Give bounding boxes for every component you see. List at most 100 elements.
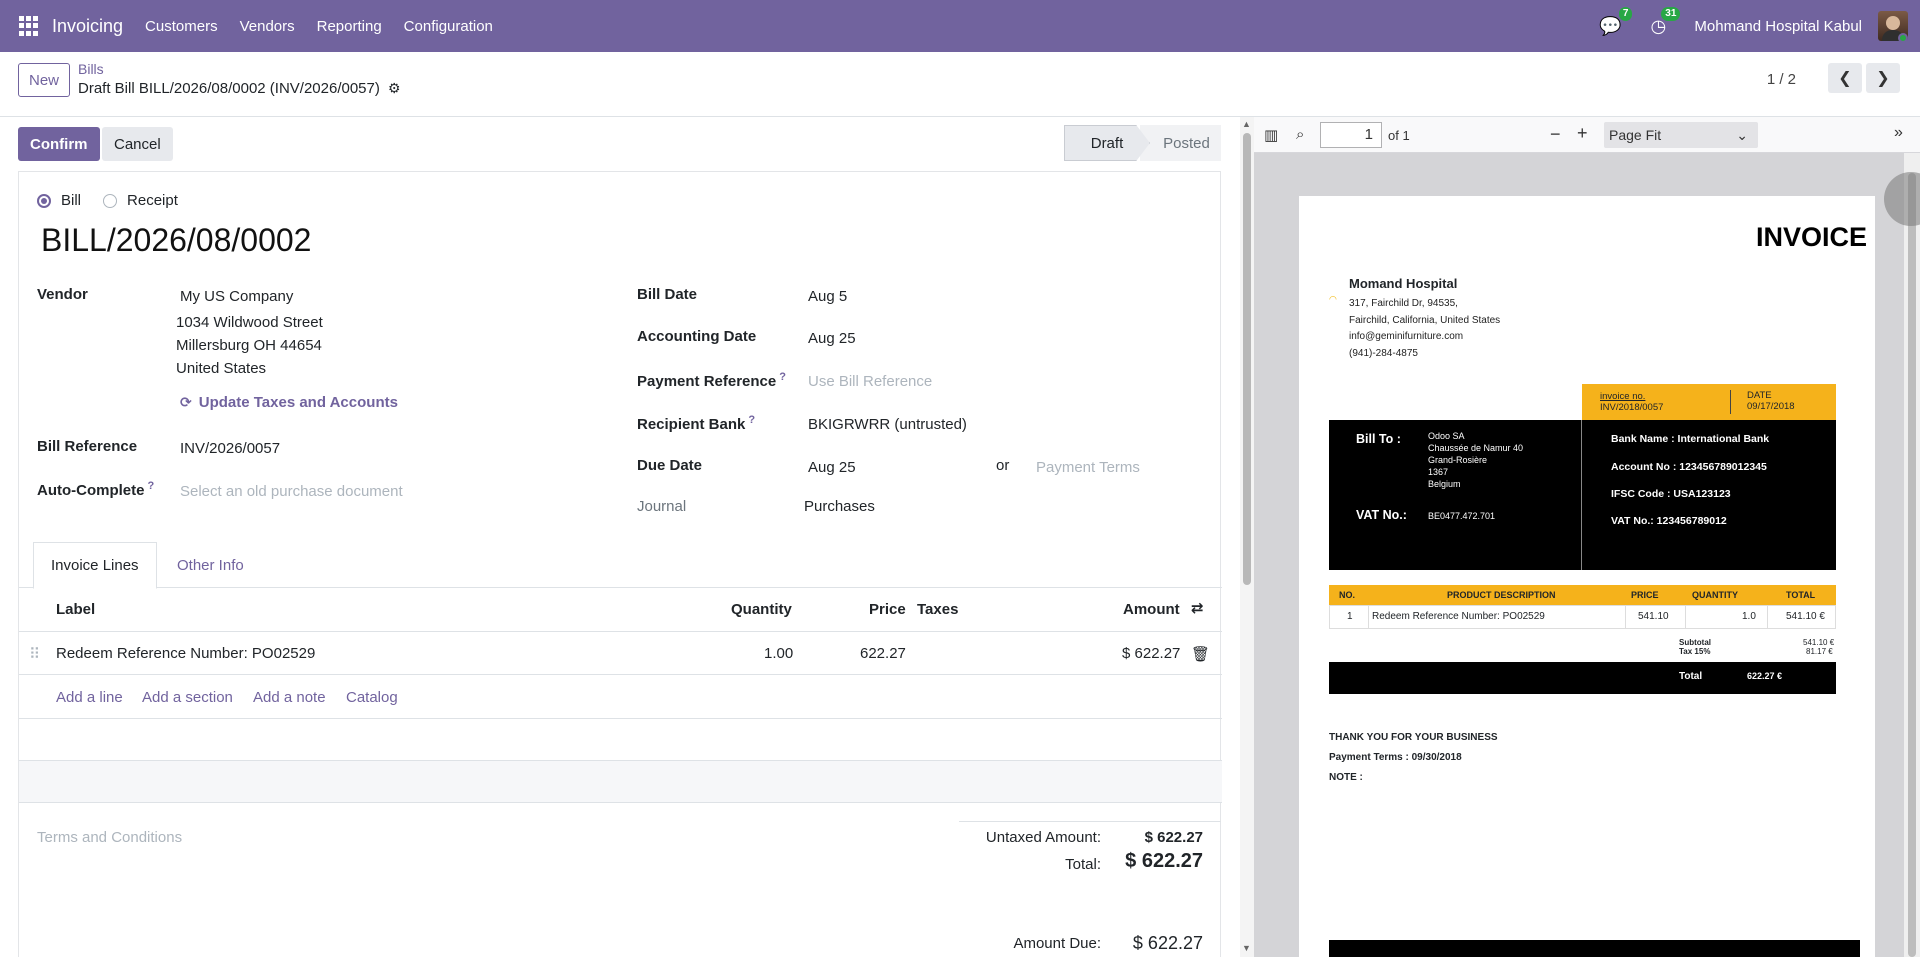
menu-configuration[interactable]: Configuration: [404, 18, 493, 35]
payment-reference-label-text: Payment Reference: [637, 373, 777, 390]
auto-complete-input[interactable]: Select an old purchase document: [180, 483, 403, 500]
trash-icon[interactable]: 🗑: [1191, 645, 1210, 663]
bill-date-input[interactable]: Aug 5: [808, 288, 847, 305]
radio-receipt-label: Receipt: [127, 192, 178, 209]
col-taxes[interactable]: Taxes: [917, 601, 958, 618]
invoice-title: INVOICE: [1755, 222, 1867, 252]
stage-draft[interactable]: Draft: [1064, 125, 1150, 161]
activities-button[interactable]: ◷ 31: [1646, 7, 1681, 38]
address-line: 317, Fairchild Dr, 94535,: [1349, 298, 1458, 309]
col-quantity[interactable]: Quantity: [731, 601, 792, 618]
vat-label: VAT No.:: [1356, 508, 1407, 522]
journal-input[interactable]: Purchases: [804, 498, 875, 515]
menu-customers[interactable]: Customers: [145, 18, 218, 35]
confirm-button[interactable]: Confirm: [18, 127, 100, 161]
tab-other-info[interactable]: Other Info: [160, 542, 261, 588]
total-value: $ 622.27: [1125, 850, 1203, 872]
pdf-scroll-thumb[interactable]: [1908, 173, 1916, 957]
pdf-canvas-area[interactable]: INVOICE ◠ Momand Hospital 317, Fairchild…: [1254, 153, 1920, 957]
recipient-bank-input[interactable]: BKIGRWRR (untrusted): [808, 416, 967, 433]
cancel-button[interactable]: Cancel: [102, 127, 173, 161]
sidebar-toggle-icon[interactable]: ▥: [1264, 126, 1278, 144]
pdf-scrollbar[interactable]: [1904, 153, 1920, 957]
invoice-date-value: 09/17/2018: [1747, 401, 1795, 412]
items-col-desc: PRODUCT DESCRIPTION: [1447, 590, 1556, 600]
update-taxes-label: Update Taxes and Accounts: [198, 394, 398, 411]
zoom-out-icon[interactable]: −: [1550, 124, 1561, 145]
activities-badge: 31: [1661, 7, 1681, 21]
note-text: NOTE :: [1329, 772, 1363, 783]
new-button[interactable]: New: [18, 63, 71, 97]
form-scrollbar[interactable]: ▲ ▼: [1240, 117, 1254, 957]
table-row[interactable]: ⠿ Redeem Reference Number: PO02529 1.00 …: [19, 632, 1222, 675]
breadcrumb-bills[interactable]: Bills: [78, 61, 104, 77]
search-icon[interactable]: ⌕: [1296, 126, 1304, 143]
scroll-down-icon[interactable]: ▼: [1242, 943, 1251, 953]
bill-to-line: Grand-Rosière: [1428, 455, 1488, 465]
vendor-input[interactable]: My US Company: [180, 288, 293, 305]
pdf-zoom-select[interactable]: Page Fit ⌄: [1604, 122, 1758, 148]
bill-reference-label: Bill Reference: [37, 438, 138, 455]
line-price[interactable]: 622.27: [860, 645, 906, 662]
messages-button[interactable]: 💬 7: [1598, 7, 1633, 38]
menu-reporting[interactable]: Reporting: [317, 18, 382, 35]
line-quantity[interactable]: 1.00: [764, 645, 793, 662]
items-row: 1 Redeem Reference Number: PO02529 541.1…: [1329, 605, 1836, 629]
radio-bill[interactable]: [37, 193, 51, 208]
update-taxes-button[interactable]: ⟳ Update Taxes and Accounts: [180, 394, 398, 411]
pager-value[interactable]: 1 / 2: [1767, 71, 1796, 88]
accounting-date-input[interactable]: Aug 25: [808, 330, 856, 347]
payment-terms-input[interactable]: Payment Terms: [1036, 459, 1140, 476]
accounting-date-label: Accounting Date: [637, 328, 757, 345]
invoice-number-box: invoice no. INV/2018/0057 DATE 09/17/201…: [1582, 384, 1836, 420]
drag-handle-icon[interactable]: ⠿: [29, 645, 40, 663]
zoom-in-icon[interactable]: +: [1577, 123, 1588, 144]
bill-reference-input[interactable]: INV/2026/0057: [180, 440, 280, 457]
menu-vendors[interactable]: Vendors: [240, 18, 295, 35]
help-icon[interactable]: ?: [779, 371, 786, 383]
empty-row: [19, 761, 1222, 803]
tools-expand-icon[interactable]: »: [1894, 124, 1903, 142]
col-price[interactable]: Price: [869, 601, 906, 618]
pdf-page: INVOICE ◠ Momand Hospital 317, Fairchild…: [1299, 196, 1875, 957]
untaxed-amount-label: Untaxed Amount:: [985, 829, 1101, 846]
apps-grid-icon[interactable]: [19, 16, 39, 36]
main-menu: Customers Vendors Reporting Configuratio…: [145, 18, 515, 35]
col-amount[interactable]: Amount: [1123, 601, 1180, 618]
help-icon[interactable]: ?: [748, 414, 755, 426]
items-col-no: NO.: [1339, 590, 1356, 600]
tab-invoice-lines[interactable]: Invoice Lines: [33, 542, 157, 589]
radio-receipt[interactable]: [103, 193, 118, 208]
scroll-thumb[interactable]: [1243, 133, 1251, 585]
help-icon[interactable]: ?: [148, 480, 155, 492]
recipient-bank-label: Recipient Bank?: [637, 414, 755, 433]
company-logo-icon: ◠: [1329, 294, 1337, 304]
gear-icon[interactable]: ⚙: [388, 80, 401, 97]
col-label[interactable]: Label: [56, 601, 95, 618]
messages-badge: 7: [1618, 7, 1633, 21]
due-date-input[interactable]: Aug 25: [808, 459, 856, 476]
app-name[interactable]: Invoicing: [52, 16, 123, 37]
scroll-up-icon[interactable]: ▲: [1242, 119, 1251, 129]
invoice-no-value: INV/2018/0057: [1600, 402, 1664, 413]
bill-to-address: Odoo SA Chaussée de Namur 40 Grand-Rosiè…: [1428, 430, 1523, 490]
terms-input[interactable]: Terms and Conditions: [37, 829, 182, 846]
pdf-page-input[interactable]: 1: [1320, 122, 1382, 148]
catalog-link[interactable]: Catalog: [346, 689, 398, 706]
items-col-price: PRICE: [1631, 590, 1659, 600]
payment-reference-input[interactable]: Use Bill Reference: [808, 373, 932, 390]
add-line-link[interactable]: Add a line: [56, 689, 123, 706]
company-switcher[interactable]: Mohmand Hospital Kabul: [1694, 18, 1862, 35]
pager-previous-button[interactable]: ❮: [1828, 63, 1862, 93]
bill-to-line: Odoo SA: [1428, 431, 1465, 441]
line-label[interactable]: Redeem Reference Number: PO02529: [56, 645, 315, 662]
pager-next-button[interactable]: ❯: [1866, 63, 1900, 93]
column-settings-icon[interactable]: ⇄: [1191, 599, 1204, 617]
chevron-down-icon: ⌄: [1736, 127, 1748, 143]
add-note-link[interactable]: Add a note: [253, 689, 326, 706]
invoice-no-label: invoice no.: [1600, 391, 1646, 402]
bill-to-box: Bill To : Odoo SA Chaussée de Namur 40 G…: [1329, 420, 1836, 570]
bill-date-label: Bill Date: [637, 286, 698, 303]
add-section-link[interactable]: Add a section: [142, 689, 233, 706]
stage-posted[interactable]: Posted: [1140, 125, 1221, 161]
